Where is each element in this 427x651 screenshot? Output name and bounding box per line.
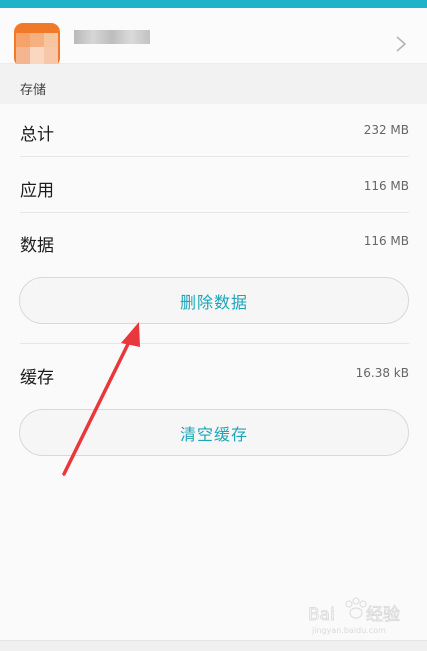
clear-cache-button[interactable]: 清空缓存	[19, 409, 409, 456]
app-size-value: 116 MB	[363, 179, 409, 193]
divider	[20, 343, 409, 344]
bottom-bar	[0, 640, 427, 651]
svg-text:经验: 经验	[366, 605, 400, 625]
svg-text:Bai: Bai	[308, 605, 335, 625]
clear-data-button[interactable]: 删除数据	[19, 277, 409, 324]
svg-text:jingyan.baidu.com: jingyan.baidu.com	[311, 626, 386, 635]
baidu-paw-icon: Bai 经验 jingyan.baidu.com	[308, 597, 400, 635]
cache-size-value: 16.38 kB	[355, 366, 409, 380]
section-title: 存储	[20, 83, 47, 98]
baidu-watermark: Bai 经验 jingyan.baidu.com	[306, 596, 418, 636]
cache-size-label: 缓存	[20, 368, 54, 388]
app-info-header[interactable]	[0, 8, 427, 67]
app-name-blurred	[74, 30, 150, 44]
total-label: 总计	[20, 125, 54, 145]
data-size-value: 116 MB	[363, 234, 409, 248]
storage-section-header	[0, 64, 427, 104]
status-bar-stripe	[0, 0, 427, 8]
data-size-label: 数据	[20, 236, 54, 256]
total-value: 232 MB	[363, 123, 409, 137]
divider	[20, 212, 409, 213]
app-size-label: 应用	[20, 181, 54, 201]
app-icon	[14, 23, 60, 67]
divider	[20, 156, 409, 157]
chevron-right-icon[interactable]	[394, 35, 408, 53]
